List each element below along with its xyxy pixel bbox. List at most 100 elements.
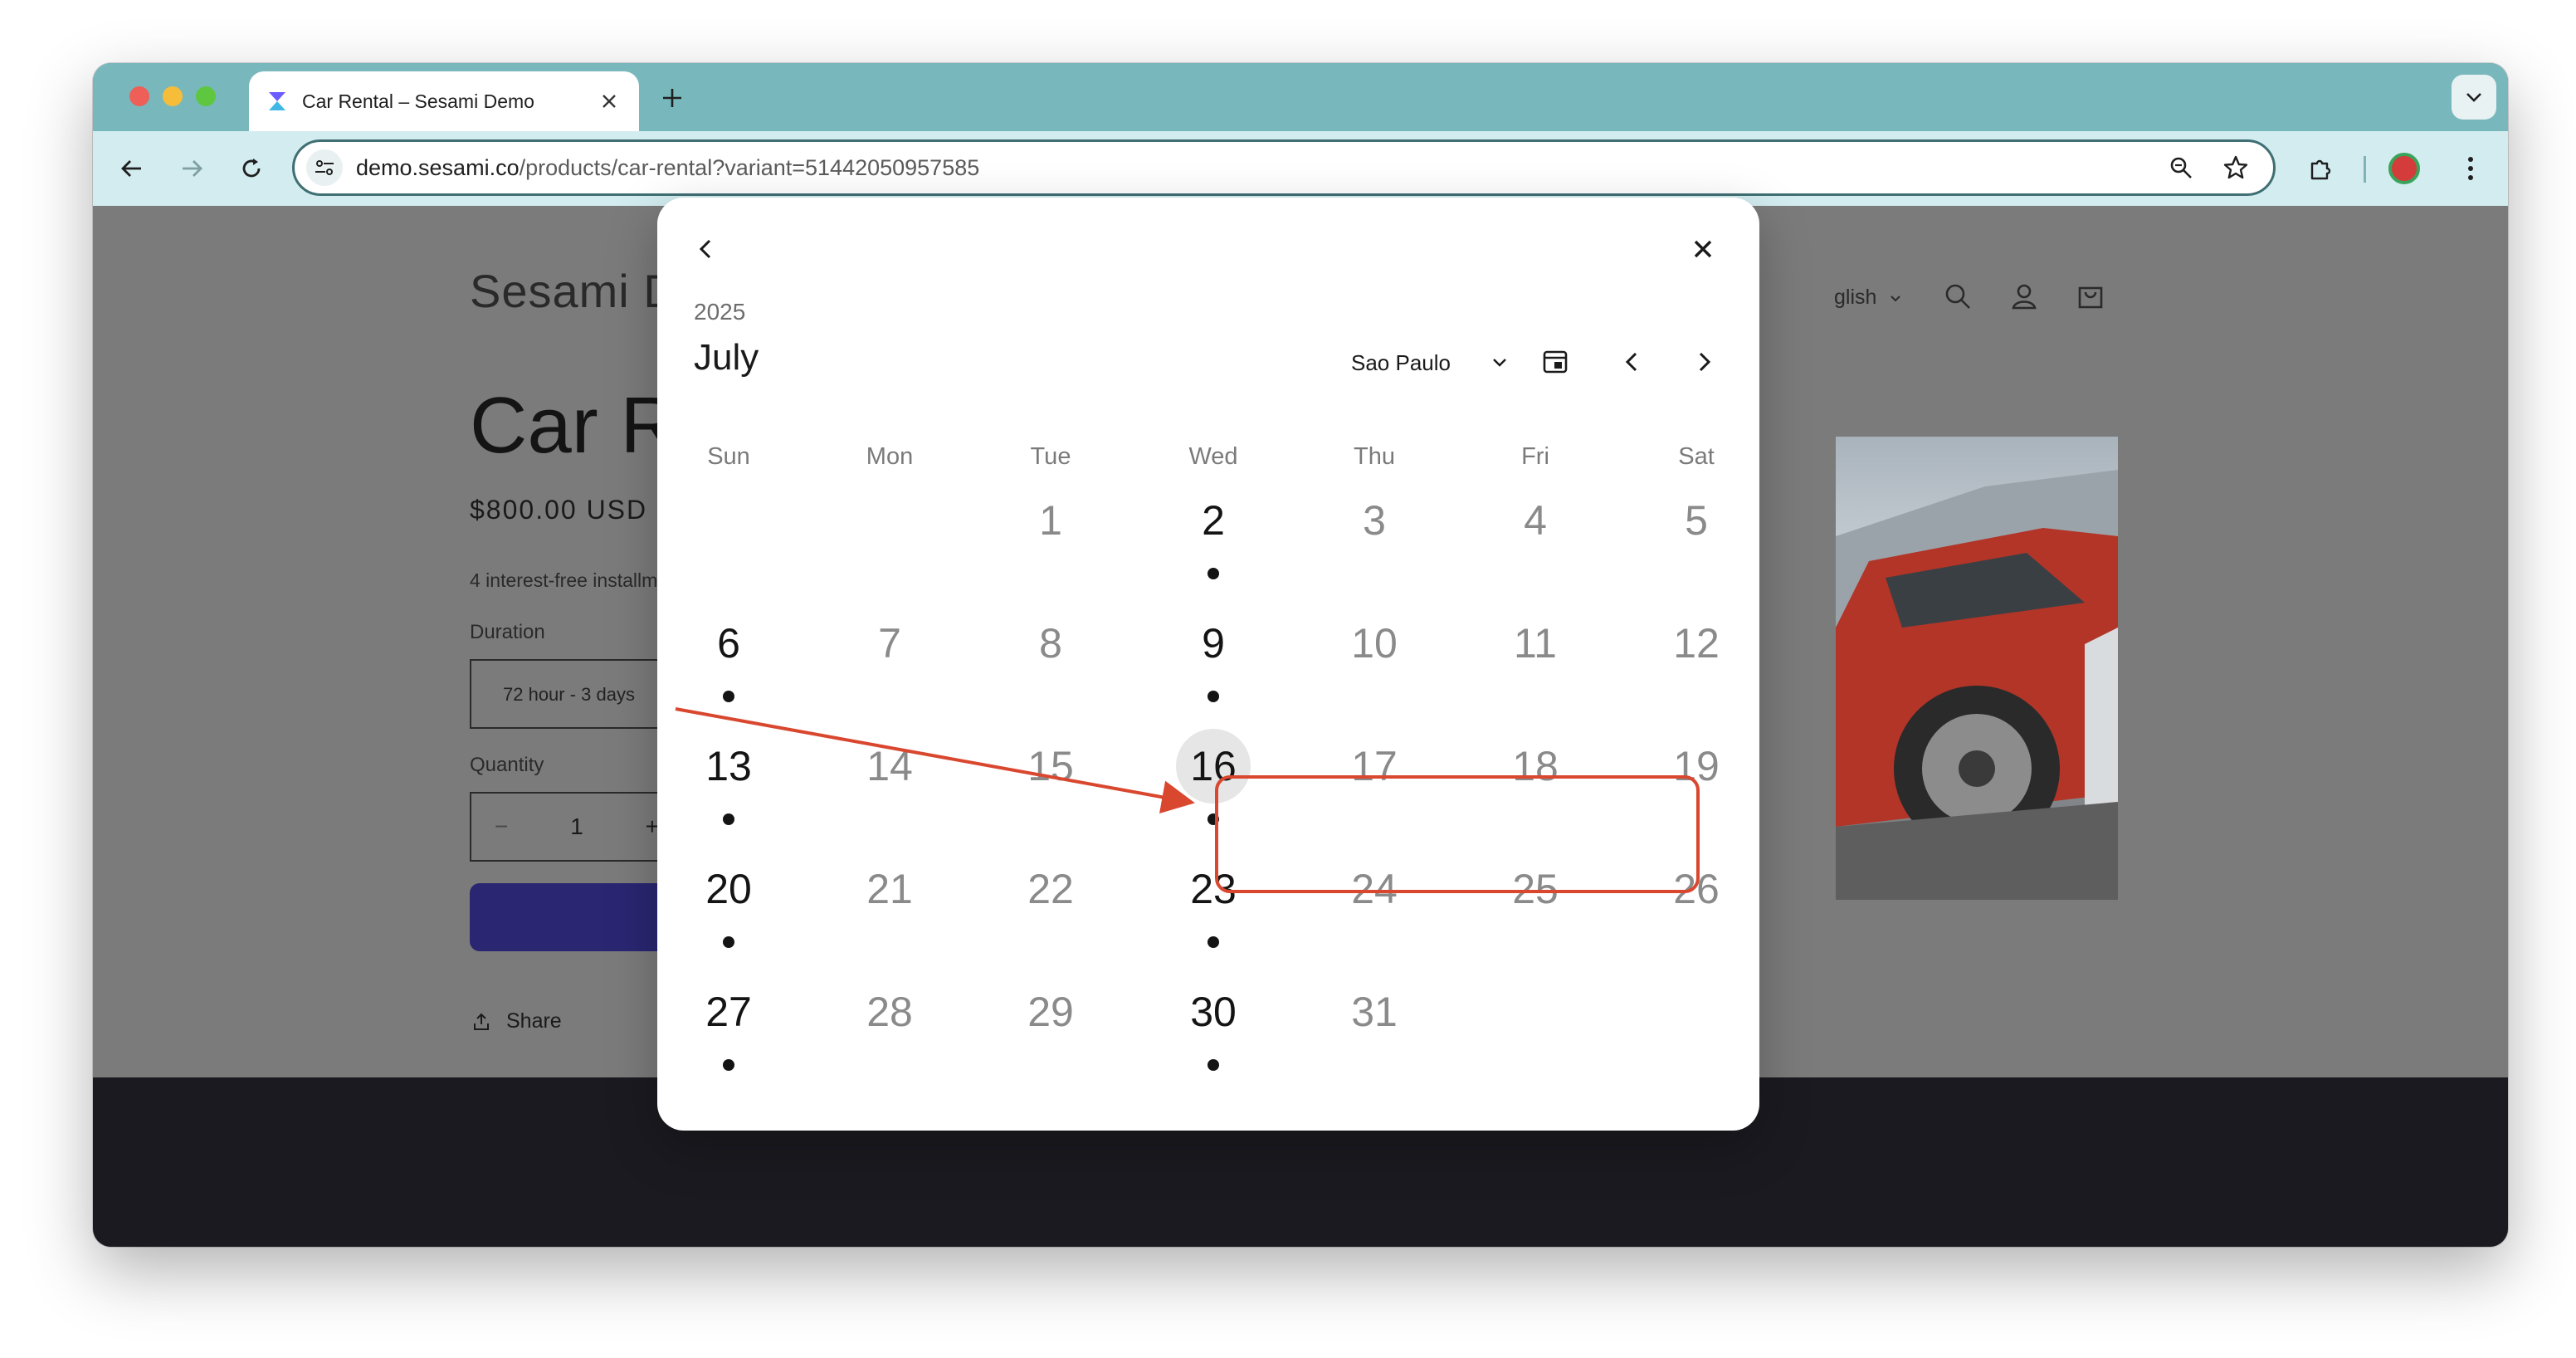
quantity-value[interactable]: 1	[570, 813, 583, 840]
calendar-day-number: 15	[1027, 743, 1074, 789]
calendar-month: July	[694, 337, 759, 378]
timezone-selector[interactable]: Sao Paulo	[1351, 350, 1451, 376]
zoom-icon[interactable]	[2160, 147, 2202, 188]
calendar-day-15: 15	[1001, 729, 1100, 837]
calendar-day-number: 12	[1673, 620, 1720, 667]
weekday-sun: Sun	[707, 443, 750, 470]
calendar-day-1: 1	[1001, 483, 1100, 591]
quantity-label: Quantity	[470, 754, 544, 776]
calendar-day-number: 10	[1351, 620, 1398, 667]
new-tab-plus-icon[interactable]	[652, 78, 692, 118]
calendar-day-10: 10	[1325, 606, 1424, 714]
next-month-chevron-right-icon[interactable]	[1686, 344, 1723, 380]
cart-bag-icon[interactable]	[2070, 276, 2111, 317]
browser-tab-active[interactable]: Car Rental – Sesami Demo	[249, 71, 639, 131]
calendar-day-30[interactable]: 30	[1164, 975, 1263, 1082]
calendar-day-8: 8	[1001, 606, 1100, 714]
quantity-decrease-button[interactable]: −	[495, 813, 508, 840]
calendar-day-number: 22	[1027, 866, 1074, 912]
modal-back-chevron-left-icon[interactable]	[687, 231, 724, 267]
extensions-puzzle-icon[interactable]	[2300, 148, 2342, 189]
weekday-fri: Fri	[1521, 443, 1549, 470]
minimize-window-button[interactable]	[163, 86, 183, 106]
calendar-day-number: 21	[866, 866, 913, 912]
calendar-day-11: 11	[1486, 606, 1585, 714]
calendar-day-3: 3	[1325, 483, 1424, 591]
calendar-day-4: 4	[1486, 483, 1585, 591]
tab-search-chevron-down-icon[interactable]	[2452, 75, 2496, 120]
profile-avatar[interactable]	[2388, 153, 2420, 184]
calendar-day-27[interactable]: 27	[679, 975, 778, 1082]
availability-dot	[1208, 1059, 1219, 1071]
search-icon[interactable]	[1937, 276, 1978, 317]
availability-dot	[723, 691, 734, 702]
modal-close-icon[interactable]	[1685, 231, 1721, 267]
previous-month-chevron-left-icon[interactable]	[1613, 344, 1650, 380]
calendar-day-20[interactable]: 20	[679, 852, 778, 960]
back-arrow-icon[interactable]	[111, 148, 153, 189]
calendar-day-number: 8	[1039, 620, 1062, 667]
language-selector[interactable]: glish	[1834, 286, 1902, 310]
maximize-window-button[interactable]	[196, 86, 216, 106]
calendar-day-13[interactable]: 13	[679, 729, 778, 837]
calendar-day-number: 6	[717, 620, 740, 667]
calendar-day-6[interactable]: 6	[679, 606, 778, 714]
calendar-day-22: 22	[1001, 852, 1100, 960]
calendar-day-12: 12	[1647, 606, 1746, 714]
calendar-day-9[interactable]: 9	[1164, 606, 1263, 714]
weekday-tue: Tue	[1030, 443, 1071, 470]
language-label: glish	[1834, 286, 1877, 309]
share-button[interactable]: Share	[470, 1009, 562, 1033]
today-calendar-icon[interactable]	[1537, 344, 1573, 380]
calendar-day-7: 7	[840, 606, 939, 714]
calendar-day-number: 28	[866, 989, 913, 1035]
duration-selected-value: 72 hour - 3 days	[503, 684, 635, 705]
more-menu-icon[interactable]	[2450, 148, 2491, 189]
calendar-day-number: 7	[878, 620, 901, 667]
calendar-day-number: 11	[1514, 620, 1557, 667]
calendar-day-number: 2	[1202, 497, 1225, 544]
calendar-day-21: 21	[840, 852, 939, 960]
url-host: demo.sesami.co	[356, 154, 520, 180]
calendar-day-2[interactable]: 2	[1164, 483, 1263, 591]
calendar-day-number: 14	[866, 743, 913, 789]
close-window-button[interactable]	[129, 86, 149, 106]
calendar-day-28: 28	[840, 975, 939, 1082]
duration-label: Duration	[470, 621, 545, 643]
calendar-day-14: 14	[840, 729, 939, 837]
site-info-tune-icon[interactable]	[306, 149, 343, 186]
product-car-image	[1836, 437, 2118, 900]
browser-toolbar: demo.sesami.co/products/car-rental?varia…	[93, 131, 2508, 206]
account-user-icon[interactable]	[2003, 276, 2045, 317]
tab-close-icon[interactable]	[596, 88, 622, 115]
toolbar-divider	[2364, 156, 2366, 183]
weekday-wed: Wed	[1188, 443, 1238, 470]
calendar-day-number: 30	[1190, 989, 1237, 1035]
availability-dot	[723, 1059, 734, 1071]
forward-arrow-icon[interactable]	[171, 148, 212, 189]
booking-calendar-modal: 2025 July Sao Paulo Sun Mon Tue Wed Thu Fri Sa…	[657, 198, 1759, 1131]
bookmark-star-icon[interactable]	[2215, 147, 2256, 188]
calendar-day-31: 31	[1325, 975, 1424, 1082]
calendar-day-29: 29	[1001, 975, 1100, 1082]
reload-icon[interactable]	[231, 148, 272, 189]
product-price: $800.00 USD	[470, 495, 648, 525]
availability-dot	[1208, 936, 1219, 948]
url-text[interactable]: demo.sesami.co/products/car-rental?varia…	[356, 155, 2147, 181]
share-icon	[470, 1010, 493, 1033]
weekday-thu: Thu	[1354, 443, 1395, 470]
availability-dot	[723, 936, 734, 948]
address-bar[interactable]: demo.sesami.co/products/car-rental?varia…	[292, 139, 2276, 196]
calendar-day-number: 3	[1363, 497, 1386, 544]
share-label: Share	[506, 1009, 562, 1033]
calendar-day-5: 5	[1647, 483, 1746, 591]
url-path: /products/car-rental?variant=51442050957…	[519, 154, 980, 180]
calendar-day-number: 20	[705, 866, 752, 912]
calendar-year: 2025	[694, 299, 746, 325]
highlighted-date-range-box	[1215, 775, 1700, 893]
calendar-day-number: 13	[705, 743, 752, 789]
weekday-sat: Sat	[1678, 443, 1715, 470]
quantity-stepper[interactable]: − 1 +	[470, 792, 684, 862]
availability-dot	[723, 813, 734, 825]
timezone-chevron-down-icon[interactable]	[1486, 349, 1514, 377]
